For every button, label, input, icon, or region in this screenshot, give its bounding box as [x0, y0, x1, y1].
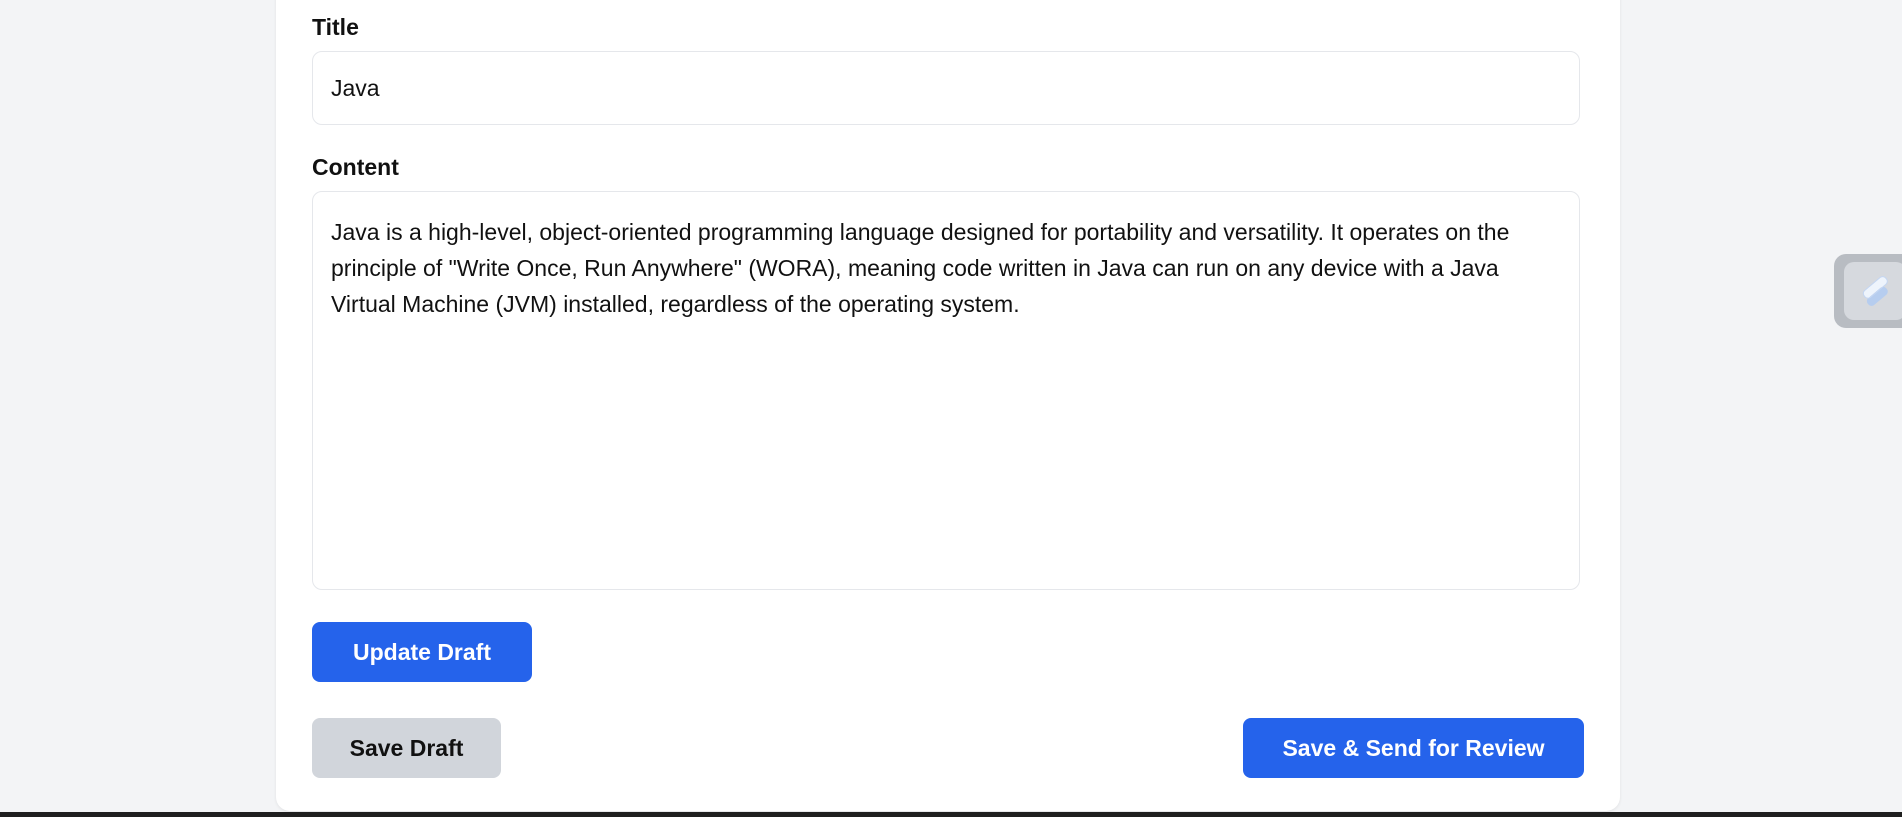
content-textarea[interactable]: Java is a high-level, object-oriented pr… [312, 191, 1580, 590]
extension-icon[interactable] [1844, 262, 1902, 320]
update-draft-button[interactable]: Update Draft [312, 622, 532, 682]
save-send-review-button[interactable]: Save & Send for Review [1243, 718, 1584, 778]
content-label: Content [312, 154, 399, 180]
page: Title Java Content Java is a high-level,… [0, 0, 1902, 817]
side-extension-widget[interactable] [1834, 254, 1902, 328]
title-label: Title [312, 14, 359, 40]
bottom-edge-bar [0, 812, 1902, 817]
extension-icon-graphic [1862, 276, 1888, 306]
title-input[interactable]: Java [312, 51, 1580, 125]
save-draft-button[interactable]: Save Draft [312, 718, 501, 778]
